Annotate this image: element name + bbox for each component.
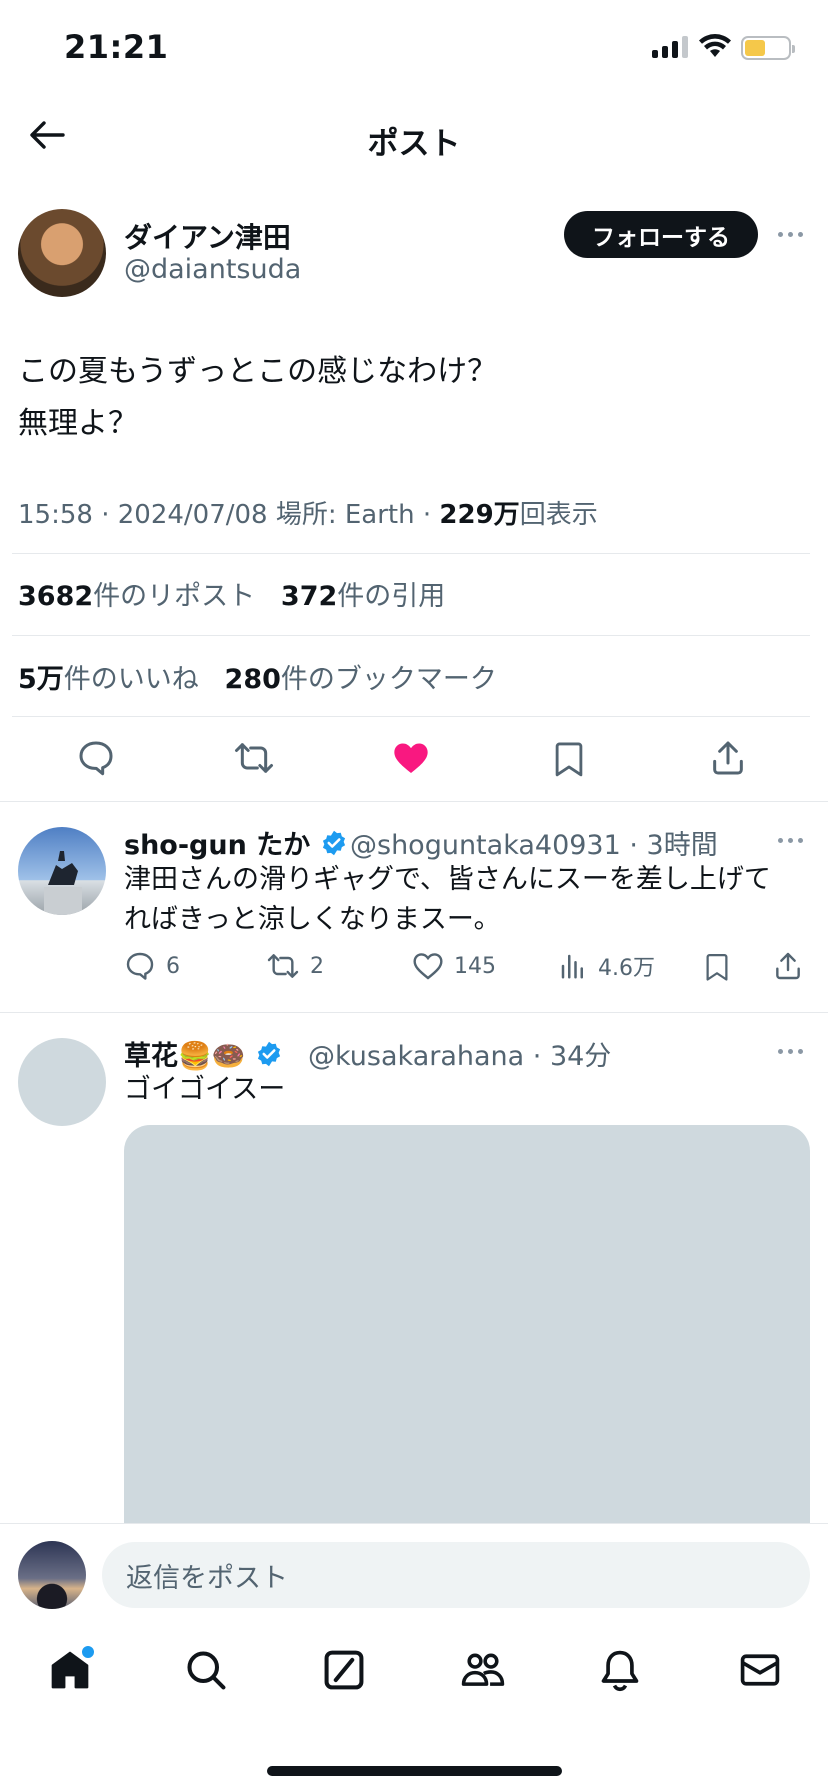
reposts-label: 件のリポスト bbox=[93, 581, 256, 612]
reply-meta: @kusakarahana · 34分 bbox=[308, 1041, 612, 1072]
post-text: この夏もうずっとこの感じなわけ？ 無理よ？ bbox=[18, 346, 798, 450]
post-text-line: この夏もうずっとこの感じなわけ？ bbox=[18, 354, 498, 389]
reply-text: ゴイゴイスー bbox=[124, 1074, 286, 1105]
divider bbox=[12, 635, 810, 636]
post-text-line: 無理よ？ bbox=[18, 406, 138, 441]
messages-icon[interactable] bbox=[738, 1648, 782, 1692]
bookmark-icon[interactable] bbox=[550, 738, 588, 780]
verified-badge-icon bbox=[257, 1041, 280, 1067]
status-time: 21:21 bbox=[64, 28, 169, 66]
notifications-icon[interactable] bbox=[598, 1648, 642, 1692]
reply-count: 6 bbox=[166, 953, 180, 979]
more-options-icon[interactable] bbox=[778, 232, 803, 237]
reply-time: 34分 bbox=[549, 1041, 612, 1072]
reply-comment-button[interactable]: 6 bbox=[124, 950, 180, 982]
reply-views-button[interactable]: 4.6万 bbox=[558, 950, 655, 982]
views-label: 回表示 bbox=[519, 500, 598, 530]
bookmark-icon[interactable] bbox=[702, 950, 732, 984]
reply-more-icon[interactable] bbox=[778, 838, 803, 843]
reply-author-name[interactable]: 草花🍔🍩 bbox=[124, 1034, 283, 1073]
post-actions bbox=[0, 730, 828, 788]
bookmarks-count: 280 bbox=[224, 664, 281, 695]
grok-icon[interactable] bbox=[322, 1648, 366, 1692]
repost-icon bbox=[267, 954, 299, 978]
author-avatar[interactable] bbox=[18, 209, 106, 297]
like-stats[interactable]: 5万件のいいね 280件のブックマーク bbox=[18, 657, 497, 696]
repost-icon[interactable] bbox=[233, 738, 275, 778]
reply-text: 津田さんの滑りギャグで、皆さんにスーを差し上げて ればきっと涼しくなりまスー。 bbox=[124, 860, 814, 940]
reply-more-icon[interactable] bbox=[778, 1049, 803, 1054]
likes-count: 5万 bbox=[18, 664, 64, 695]
wifi-icon bbox=[699, 34, 731, 57]
user-avatar[interactable] bbox=[18, 1541, 86, 1609]
divider bbox=[0, 1012, 828, 1013]
search-icon[interactable] bbox=[184, 1648, 228, 1692]
reply-avatar[interactable] bbox=[18, 1038, 106, 1126]
reply-handle[interactable]: @kusakarahana bbox=[308, 1041, 524, 1072]
reply-repost-button[interactable]: 2 bbox=[266, 950, 324, 982]
reply-like-button[interactable]: 145 bbox=[412, 950, 496, 982]
share-icon[interactable] bbox=[772, 950, 804, 982]
quotes-count: 372 bbox=[280, 581, 338, 612]
divider bbox=[12, 553, 810, 554]
reply-author-name[interactable]: sho-gun たか bbox=[124, 823, 348, 862]
share-icon[interactable] bbox=[708, 738, 748, 778]
divider bbox=[12, 716, 810, 717]
quotes-label: 件の引用 bbox=[337, 581, 446, 612]
like-count: 145 bbox=[454, 953, 496, 979]
reposts-count: 3682 bbox=[18, 581, 94, 612]
page-title: ポスト bbox=[367, 126, 461, 162]
author-name[interactable]: ダイアン津田 bbox=[124, 216, 291, 256]
reply-handle[interactable]: @shoguntaka40931 bbox=[350, 830, 621, 861]
home-indicator bbox=[267, 1766, 562, 1776]
post-location[interactable]: 場所: Earth bbox=[276, 500, 415, 530]
repost-stats[interactable]: 3682件のリポスト 372件の引用 bbox=[18, 574, 445, 613]
post-time: 15:58 bbox=[18, 500, 93, 530]
like-icon[interactable] bbox=[391, 738, 431, 778]
bookmarks-label: 件のブックマーク bbox=[280, 664, 497, 695]
reply-media-image[interactable] bbox=[124, 1125, 810, 1545]
views-count: 4.6万 bbox=[598, 956, 655, 981]
analytics-icon bbox=[561, 954, 583, 979]
heart-icon bbox=[413, 953, 443, 980]
post-date: 2024/07/08 bbox=[117, 500, 268, 530]
likes-label: 件のいいね bbox=[63, 664, 199, 695]
battery-icon bbox=[741, 36, 795, 60]
verified-badge-icon bbox=[322, 830, 345, 856]
follow-button[interactable]: フォローする bbox=[564, 211, 758, 258]
reply-time: 3時間 bbox=[646, 830, 718, 861]
home-notification-dot bbox=[80, 1644, 96, 1660]
reply-text-line: 津田さんの滑りギャグで、皆さんにスーを差し上げて bbox=[124, 864, 771, 895]
author-handle[interactable]: @daiantsuda bbox=[124, 254, 301, 285]
cellular-signal-icon bbox=[652, 36, 688, 58]
divider bbox=[0, 801, 828, 802]
post-meta: 15:58 · 2024/07/08 場所: Earth · 229万回表示 bbox=[18, 500, 598, 530]
reply-input[interactable]: 返信をポスト bbox=[102, 1542, 810, 1608]
reply-avatar[interactable] bbox=[18, 827, 106, 915]
reply-icon bbox=[126, 952, 154, 980]
reply-icon[interactable] bbox=[76, 738, 116, 778]
statue-image bbox=[44, 851, 82, 915]
reply-meta: @shoguntaka40931 · 3時間 bbox=[350, 830, 718, 861]
communities-icon[interactable] bbox=[460, 1648, 506, 1692]
reply-author-name-text: sho-gun たか bbox=[124, 830, 311, 861]
reply-author-name-text: 草花🍔🍩 bbox=[124, 1041, 246, 1072]
reply-text-line: ればきっと涼しくなりまスー。 bbox=[124, 904, 501, 935]
reply-input-placeholder: 返信をポスト bbox=[126, 1562, 288, 1594]
repost-count: 2 bbox=[310, 953, 324, 979]
views-count: 229万 bbox=[439, 500, 520, 530]
